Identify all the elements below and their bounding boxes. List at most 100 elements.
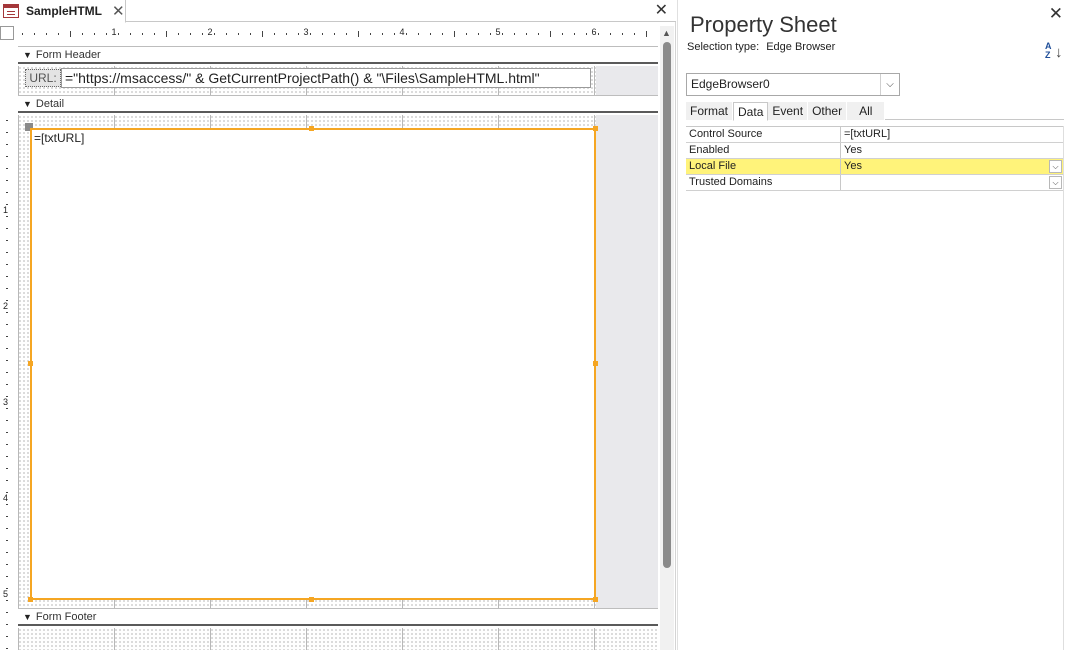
form-footer-bar[interactable]: ▼ Form Footer — [18, 608, 658, 626]
ruler-tick — [6, 444, 8, 445]
form-header-bar[interactable]: ▼ Form Header — [18, 46, 658, 64]
document-tab-bar: SampleHTML ✕ ✕ — [0, 0, 676, 23]
ruler-tick — [142, 33, 143, 35]
close-icon[interactable]: ✕ — [1049, 4, 1063, 24]
resize-handle-bottom-left[interactable] — [28, 597, 33, 602]
property-value: Yes — [844, 160, 862, 172]
form-design-pane: SampleHTML ✕ ✕ 1 2 3 4 5 6 1 2 3 4 5 ▼ Form Heade… — [0, 0, 676, 650]
chevron-down-icon[interactable]: ⌵ — [880, 74, 899, 95]
ruler-tick — [406, 33, 407, 35]
ruler-tick — [6, 564, 8, 565]
ruler-tick — [82, 33, 83, 35]
property-value[interactable]: Yes — [841, 143, 1064, 158]
close-document-icon[interactable]: ✕ — [655, 1, 668, 21]
ruler-tick — [214, 33, 215, 35]
ruler-tick — [6, 360, 8, 361]
tab-all[interactable]: All — [847, 102, 886, 120]
property-tabs: Format Data Event Other All — [686, 102, 1064, 121]
property-row-enabled[interactable]: Enabled Yes — [686, 143, 1064, 159]
property-row-trusted-domains[interactable]: Trusted Domains ⌵ — [686, 175, 1064, 191]
detail-bar[interactable]: ▼ Detail — [18, 95, 658, 113]
horizontal-ruler[interactable]: 1 2 3 4 5 6 — [18, 26, 658, 42]
sort-az-icon[interactable]: AZ ↓ — [1045, 42, 1063, 64]
tab-other[interactable]: Other — [808, 102, 848, 120]
ruler-tick — [6, 168, 8, 169]
ruler-tick — [6, 372, 8, 373]
ruler-tick — [550, 31, 551, 37]
ruler-number: 5 — [495, 27, 501, 37]
ruler-tick — [6, 576, 8, 577]
ruler-tick — [6, 432, 8, 433]
resize-handle-right[interactable] — [593, 361, 598, 366]
resize-handle-bottom-right[interactable] — [593, 597, 598, 602]
ruler-tick — [6, 456, 8, 457]
property-value[interactable]: =[txtURL] — [841, 127, 1064, 142]
chevron-down-icon[interactable]: ⌵ — [1049, 160, 1062, 173]
ruler-tick — [166, 31, 167, 37]
ruler-tick — [6, 528, 8, 529]
vertical-ruler[interactable]: 1 2 3 4 5 — [0, 44, 14, 650]
ruler-tick — [6, 384, 8, 385]
ruler-tick — [6, 336, 8, 337]
scroll-up-icon[interactable]: ▲ — [662, 28, 671, 38]
tab-data[interactable]: Data — [733, 102, 769, 121]
ruler-tick — [154, 33, 155, 35]
ruler-tick — [6, 420, 8, 421]
resize-handle-left[interactable] — [28, 361, 33, 366]
browser-control-source: =[txtURL] — [34, 131, 85, 145]
url-label[interactable]: URL: — [25, 69, 61, 87]
chevron-down-icon[interactable]: ⌵ — [1049, 176, 1062, 189]
document-tab-samplehtml[interactable]: SampleHTML ✕ — [0, 0, 126, 23]
ruler-tick — [202, 33, 203, 35]
ruler-tick — [190, 33, 191, 35]
ruler-tick — [178, 33, 179, 35]
property-row-control-source[interactable]: Control Source =[txtURL] — [686, 127, 1064, 143]
ruler-tick — [6, 348, 8, 349]
ruler-tick — [598, 33, 599, 35]
ruler-tick — [526, 33, 527, 35]
tab-event[interactable]: Event — [768, 102, 809, 120]
form-footer-grid[interactable] — [18, 628, 658, 650]
vertical-scrollbar[interactable]: ▲ — [660, 26, 674, 650]
edge-browser-control[interactable]: =[txtURL] — [30, 128, 596, 600]
ruler-number: 3 — [303, 27, 309, 37]
scrollbar-thumb[interactable] — [663, 42, 671, 568]
property-row-local-file[interactable]: Local File Yes ⌵ — [686, 159, 1064, 175]
url-textbox[interactable]: ="https://msaccess/" & GetCurrentProject… — [61, 68, 591, 88]
ruler-tick — [6, 156, 8, 157]
ruler-tick — [514, 33, 515, 35]
tab-close-icon[interactable]: ✕ — [112, 4, 125, 19]
object-selector[interactable]: EdgeBrowser0 ⌵ — [686, 73, 900, 96]
selection-type-label: Selection type: — [687, 41, 760, 53]
selection-type-value: Edge Browser — [766, 41, 836, 53]
ruler-tick — [6, 480, 8, 481]
property-value-cell[interactable]: Yes ⌵ — [841, 159, 1064, 174]
property-sheet-title: Property Sheet — [690, 12, 837, 37]
sort-az-letters: AZ — [1045, 41, 1052, 60]
resize-handle-bottom[interactable] — [309, 597, 314, 602]
ruler-tick — [106, 33, 107, 35]
detail-outside-area — [596, 115, 658, 608]
form-header-label: Form Header — [35, 48, 101, 61]
ruler-tick — [346, 33, 347, 35]
property-value-cell[interactable]: ⌵ — [841, 175, 1064, 190]
property-sheet-divider — [1063, 126, 1064, 650]
ruler-tick — [334, 33, 335, 35]
resize-handle-top-right[interactable] — [593, 126, 598, 131]
ruler-number: 6 — [591, 27, 597, 37]
ruler-tick — [6, 552, 8, 553]
resize-handle-top[interactable] — [309, 126, 314, 131]
ruler-tick — [418, 33, 419, 35]
ruler-tick — [634, 33, 635, 35]
ruler-tick — [6, 600, 8, 601]
tab-format[interactable]: Format — [686, 102, 734, 120]
document-tab-label: SampleHTML — [26, 4, 103, 18]
ruler-tick — [6, 120, 8, 121]
ruler-tick — [6, 504, 8, 505]
ruler-tick — [538, 33, 539, 35]
ruler-tick — [310, 33, 311, 35]
ruler-tick — [622, 33, 623, 35]
ruler-number: 2 — [3, 301, 9, 311]
ruler-tick — [6, 408, 8, 409]
form-selector[interactable] — [0, 26, 14, 40]
